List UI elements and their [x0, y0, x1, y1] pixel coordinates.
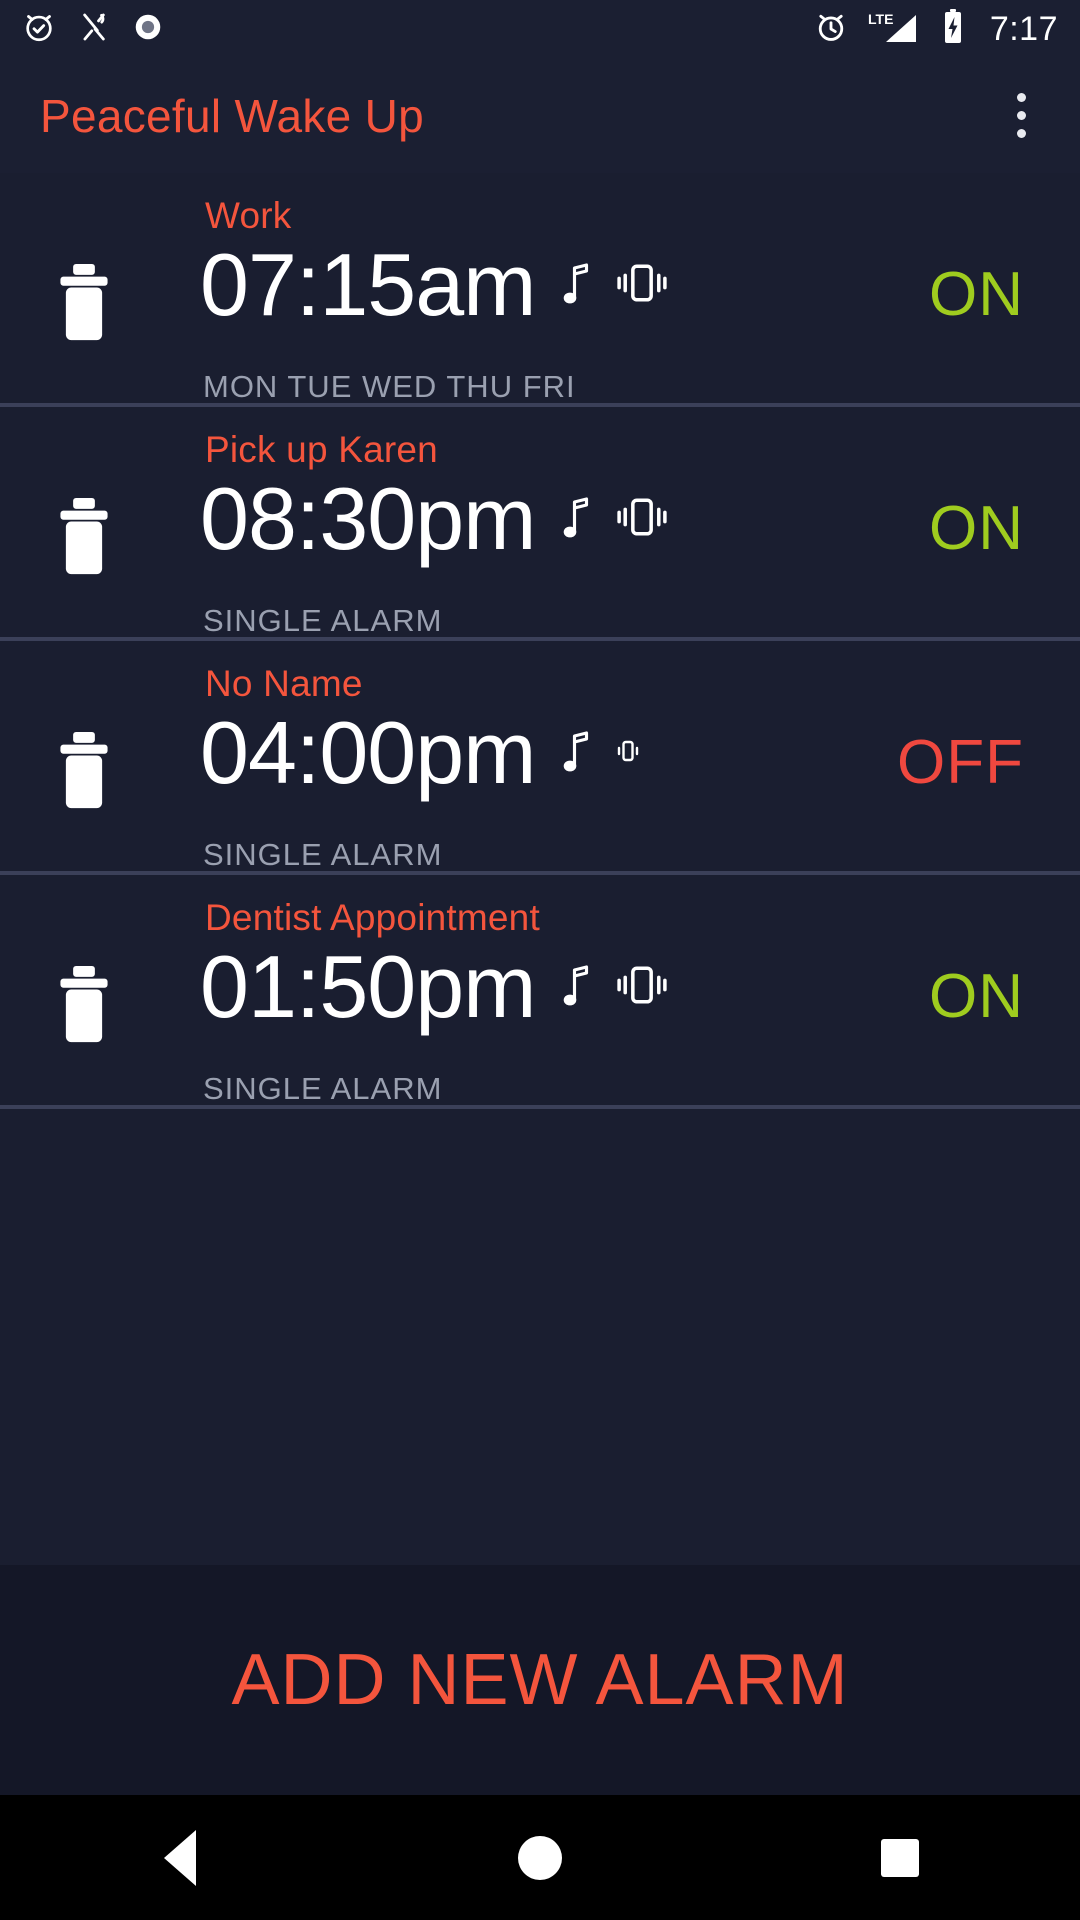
lte-signal-icon: LTE: [866, 9, 922, 50]
alarm-toggle-state[interactable]: ON: [929, 961, 1024, 1032]
alarm-time: 08:30pm: [200, 469, 536, 568]
alarm-label: Work: [205, 195, 292, 236]
vibration-icon: [613, 962, 671, 1013]
menu-dot: [1017, 111, 1026, 120]
add-new-alarm-button[interactable]: ADD NEW ALARM: [0, 1565, 1080, 1795]
alarm-time-line: 08:30pm: [200, 475, 671, 563]
alarm-schedule: SINGLE ALARM: [203, 837, 443, 872]
alarm-list: Work 07:15am MON TUE WED THU FRI ON Pick…: [0, 173, 1080, 1109]
music-note-icon: [561, 494, 591, 545]
alarm-time-line: 01:50pm: [200, 943, 671, 1031]
alarm-time-line: 04:00pm: [200, 709, 643, 797]
status-bar-left-icons: [22, 10, 164, 49]
alarm-time: 04:00pm: [200, 703, 536, 802]
alarm-time: 07:15am: [200, 235, 536, 334]
menu-dot: [1017, 129, 1026, 138]
delete-alarm-icon[interactable]: [55, 729, 113, 811]
music-note-icon: [561, 260, 591, 311]
add-new-alarm-label: ADD NEW ALARM: [231, 1640, 849, 1720]
alarm-row[interactable]: Dentist Appointment 01:50pm SINGLE ALARM…: [0, 875, 1080, 1109]
recents-square-icon: [881, 1838, 919, 1877]
battery-charging-icon: [940, 8, 966, 51]
delete-alarm-icon[interactable]: [55, 963, 113, 1045]
alarm-toggle-state[interactable]: ON: [929, 259, 1024, 330]
status-bar-right-icons: LTE 7:17: [814, 8, 1058, 51]
alarm-label: Pick up Karen: [205, 429, 438, 470]
alarm-label: Dentist Appointment: [205, 897, 540, 938]
overflow-menu-icon[interactable]: [1003, 83, 1040, 148]
app-screen: LTE 7:17 Peaceful Wake Up Work 07:15am M…: [0, 0, 1080, 1920]
page-title: Peaceful Wake Up: [40, 89, 425, 142]
status-bar-clock: 7:17: [989, 9, 1058, 48]
record-circle-icon: [132, 11, 164, 48]
alarm-row[interactable]: Work 07:15am MON TUE WED THU FRI ON: [0, 173, 1080, 407]
restaurant-icon: [78, 11, 110, 48]
back-triangle-icon: [164, 1829, 196, 1886]
alarm-toggle-state[interactable]: ON: [929, 493, 1024, 564]
recents-button[interactable]: [830, 1795, 970, 1920]
alarm-schedule: MON TUE WED THU FRI: [203, 369, 576, 404]
back-button[interactable]: [110, 1795, 250, 1920]
svg-text:LTE: LTE: [868, 11, 893, 27]
home-button[interactable]: [470, 1795, 610, 1920]
app-bar: Peaceful Wake Up: [0, 58, 1080, 173]
alarm-schedule: SINGLE ALARM: [203, 603, 443, 638]
alarm-time: 01:50pm: [200, 937, 536, 1036]
menu-dot: [1017, 93, 1026, 102]
system-navigation-bar: [0, 1795, 1080, 1920]
alarm-time-line: 07:15am: [200, 241, 671, 329]
music-note-icon: [561, 962, 591, 1013]
alarm-clock-icon: [814, 10, 848, 49]
alarm-label: No Name: [205, 663, 363, 704]
alarm-schedule: SINGLE ALARM: [203, 1071, 443, 1106]
vibration-icon: [613, 494, 671, 545]
vibration-icon: [613, 260, 671, 311]
music-note-icon: [561, 728, 591, 779]
vibration-icon: [613, 736, 643, 771]
alarm-row[interactable]: Pick up Karen 08:30pm SINGLE ALARM ON: [0, 407, 1080, 641]
home-circle-icon: [518, 1835, 562, 1880]
delete-alarm-icon[interactable]: [55, 495, 113, 577]
delete-alarm-icon[interactable]: [55, 261, 113, 343]
empty-list-area: [0, 1109, 1080, 1565]
alarm-check-icon: [22, 10, 56, 49]
alarm-toggle-state[interactable]: OFF: [897, 727, 1024, 798]
status-bar: LTE 7:17: [0, 0, 1080, 58]
alarm-row[interactable]: No Name 04:00pm SINGLE ALARM OFF: [0, 641, 1080, 875]
